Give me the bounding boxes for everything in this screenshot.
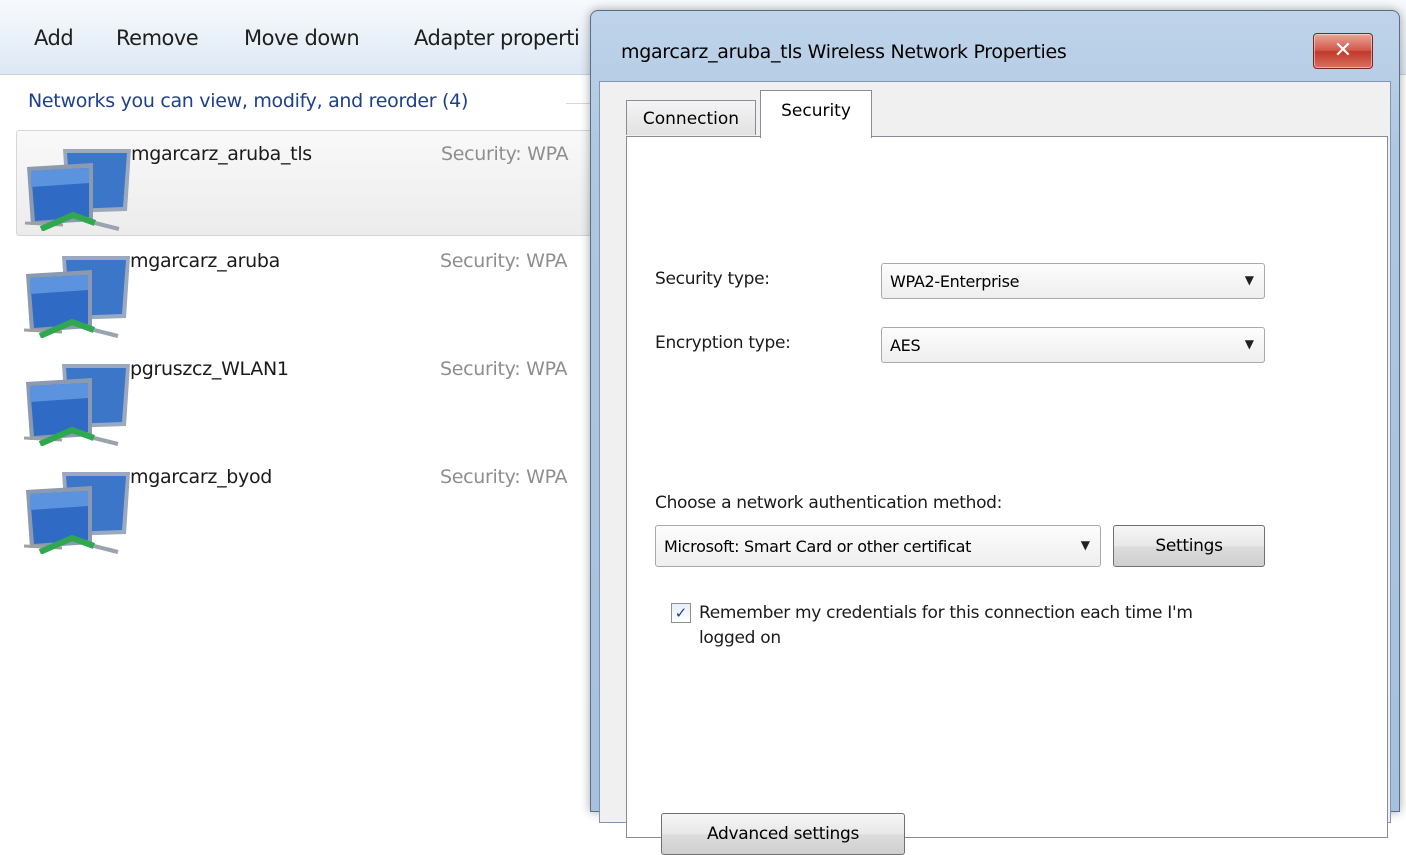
add-button[interactable]: Add bbox=[34, 26, 74, 50]
network-list-item[interactable]: pgruszcz_WLAN1 Security: WPA bbox=[16, 346, 596, 450]
auth-method-label: Choose a network authentication method: bbox=[655, 493, 1003, 513]
network-security: Security: WPA bbox=[440, 358, 568, 380]
wireless-network-icon bbox=[24, 149, 131, 231]
network-list-item[interactable]: mgarcarz_aruba Security: WPA bbox=[16, 238, 596, 342]
tab-connection[interactable]: Connection bbox=[626, 100, 756, 135]
settings-button[interactable]: Settings bbox=[1113, 525, 1265, 567]
security-type-label: Security type: bbox=[655, 269, 770, 289]
auth-method-dropdown[interactable]: Microsoft: Smart Card or other certifica… bbox=[655, 525, 1101, 567]
chevron-down-icon: ▼ bbox=[1244, 273, 1254, 287]
network-list-item[interactable]: mgarcarz_aruba_tls Security: WPA bbox=[16, 130, 598, 236]
remember-credentials-checkbox[interactable]: ✓ bbox=[671, 603, 691, 623]
dialog-title: mgarcarz_aruba_tls Wireless Network Prop… bbox=[621, 41, 1067, 63]
close-button[interactable]: ✕ bbox=[1313, 33, 1373, 69]
checkmark-icon: ✓ bbox=[674, 604, 688, 622]
tab-security[interactable]: Security bbox=[760, 90, 872, 138]
wireless-network-icon bbox=[23, 472, 130, 554]
chevron-down-icon: ▼ bbox=[1244, 337, 1254, 351]
encryption-type-label: Encryption type: bbox=[655, 333, 791, 353]
encryption-type-dropdown[interactable]: AES ▼ bbox=[881, 327, 1265, 363]
network-group-header: Networks you can view, modify, and reord… bbox=[28, 90, 469, 112]
network-properties-dialog: mgarcarz_aruba_tls Wireless Network Prop… bbox=[590, 10, 1400, 855]
security-type-value: WPA2-Enterprise bbox=[890, 272, 1020, 291]
network-name: mgarcarz_byod bbox=[130, 466, 273, 488]
network-security: Security: WPA bbox=[440, 466, 568, 488]
advanced-settings-button[interactable]: Advanced settings bbox=[661, 813, 905, 855]
network-security: Security: WPA bbox=[441, 143, 569, 165]
move-down-button[interactable]: Move down bbox=[244, 26, 360, 50]
network-name: mgarcarz_aruba_tls bbox=[131, 143, 312, 165]
auth-method-value: Microsoft: Smart Card or other certifica… bbox=[664, 537, 972, 556]
wireless-network-icon bbox=[23, 256, 130, 338]
wireless-network-icon bbox=[23, 364, 130, 446]
remember-credentials-label: Remember my credentials for this connect… bbox=[699, 603, 1193, 648]
dialog-client-area: Connection Security Security type: WPA2-… bbox=[599, 81, 1391, 855]
security-tab-panel: Security type: WPA2-Enterprise ▼ Encrypt… bbox=[626, 136, 1388, 855]
network-security: Security: WPA bbox=[440, 250, 568, 272]
encryption-type-value: AES bbox=[890, 336, 921, 355]
network-name: mgarcarz_aruba bbox=[130, 250, 280, 272]
remove-button[interactable]: Remove bbox=[116, 26, 199, 50]
close-icon: ✕ bbox=[1333, 38, 1353, 63]
network-name: pgruszcz_WLAN1 bbox=[130, 358, 289, 380]
adapter-properties-button[interactable]: Adapter properti bbox=[414, 26, 580, 50]
security-type-dropdown[interactable]: WPA2-Enterprise ▼ bbox=[881, 263, 1265, 299]
network-list-item[interactable]: mgarcarz_byod Security: WPA bbox=[16, 454, 596, 558]
chevron-down-icon: ▼ bbox=[1080, 538, 1090, 552]
